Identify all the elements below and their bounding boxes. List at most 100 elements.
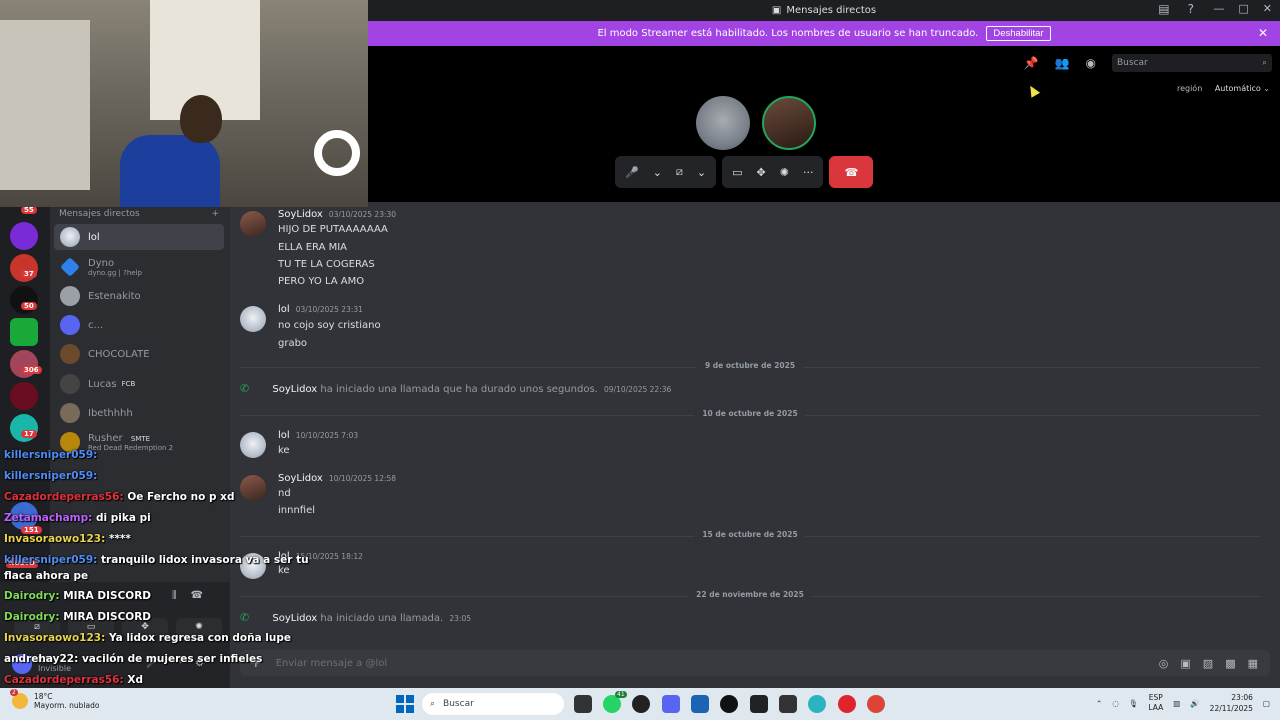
- avatar: [60, 344, 80, 364]
- volume-icon[interactable]: 🔊: [1190, 699, 1199, 708]
- server-icon[interactable]: [10, 382, 38, 410]
- dm-item-dyno[interactable]: Dyno dyno.gg | ?help: [54, 254, 224, 280]
- avatar[interactable]: [240, 211, 266, 237]
- message-author[interactable]: SoyLidox: [272, 384, 317, 395]
- webcam-shelf: [0, 20, 90, 190]
- avatar[interactable]: [240, 306, 266, 332]
- sticker-icon[interactable]: ▨: [1203, 657, 1213, 670]
- search-input[interactable]: Buscar ⌕: [1112, 54, 1272, 72]
- chat-user: killersniper059:: [4, 449, 98, 461]
- search-icon: ⌕: [1261, 58, 1267, 68]
- message-author[interactable]: lol: [278, 304, 290, 315]
- message-timestamp: 10/10/2025 7:03: [295, 431, 359, 440]
- file-explorer-icon[interactable]: [574, 695, 592, 713]
- message-group: SoyLidox 10/10/2025 12:58 nd innnfiel: [240, 473, 1260, 523]
- message-timestamp: 03/10/2025 23:30: [328, 210, 397, 219]
- server-badge: 37: [21, 270, 37, 278]
- dm-item-tag: SMTE: [130, 434, 151, 443]
- add-friend-icon[interactable]: 👥: [1055, 56, 1070, 70]
- disable-streamer-mode-button[interactable]: Deshabilitar: [986, 26, 1051, 41]
- window-close-button[interactable]: ✕: [1263, 2, 1272, 15]
- apps-icon[interactable]: ▦: [1248, 657, 1258, 670]
- clock[interactable]: 23:06 22/11/2025: [1210, 692, 1253, 714]
- microphone-icon[interactable]: 🎤: [625, 166, 639, 179]
- region-label: región: [1176, 84, 1203, 93]
- app-icon[interactable]: [750, 695, 768, 713]
- dm-item-name: CHOCOLATE: [88, 348, 150, 360]
- region-selector[interactable]: región Automático ⌄: [1177, 84, 1270, 93]
- call-participant-soylidox[interactable]: [762, 96, 816, 150]
- region-value: Automático: [1214, 84, 1261, 93]
- app-icon[interactable]: [691, 695, 709, 713]
- server-badge: 306: [21, 366, 42, 374]
- soundboard-icon[interactable]: ✺: [780, 166, 789, 179]
- gif-icon[interactable]: ▣: [1180, 657, 1190, 670]
- chat-text: vacilón de mujeres ser infieles: [81, 653, 263, 665]
- tray-app-icon[interactable]: ◌: [1112, 699, 1119, 708]
- banner-close-icon[interactable]: ✕: [1258, 26, 1268, 40]
- chrome-icon[interactable]: [867, 695, 885, 713]
- activities-icon[interactable]: ✥: [757, 166, 766, 179]
- dm-item-ibethhhh[interactable]: Ibethhhh: [54, 400, 224, 426]
- opera-icon[interactable]: [838, 695, 856, 713]
- window-title: Mensajes directos: [786, 5, 877, 16]
- avatar: [60, 257, 80, 277]
- microphone-icon[interactable]: 🎙: [1129, 699, 1139, 708]
- app-icon[interactable]: [779, 695, 797, 713]
- emoji-icon[interactable]: ▩: [1225, 657, 1235, 670]
- more-options-icon[interactable]: ···: [803, 166, 814, 179]
- discord-icon[interactable]: [662, 695, 680, 713]
- start-button[interactable]: [396, 695, 414, 713]
- app-icon[interactable]: [720, 695, 738, 713]
- dm-item-estenakito[interactable]: Estenakito: [54, 283, 224, 309]
- banner-text: El modo Streamer está habilitado. Los no…: [597, 28, 979, 39]
- edge-icon[interactable]: [808, 695, 826, 713]
- create-dm-icon[interactable]: +: [211, 209, 219, 219]
- message-timestamp: 23:05: [449, 614, 471, 623]
- network-icon[interactable]: ▥: [1173, 699, 1180, 708]
- date-divider: 10 de octubre de 2025: [240, 409, 1260, 418]
- gift-icon[interactable]: ◎: [1159, 657, 1169, 670]
- end-call-button[interactable]: ☎: [829, 156, 874, 188]
- dm-item-subtext: dyno.gg | ?help: [88, 268, 142, 277]
- date-divider: 15 de octubre de 2025: [240, 530, 1260, 539]
- user-profile-icon[interactable]: ◉: [1086, 56, 1096, 70]
- help-icon[interactable]: ?: [1188, 2, 1194, 16]
- clock-date: 22/11/2025: [1209, 704, 1253, 713]
- dm-item-name: Estenakito: [88, 290, 141, 302]
- app-icon[interactable]: [632, 695, 650, 713]
- dm-item-name: Ibethhhh: [88, 407, 133, 419]
- avatar: [60, 403, 80, 423]
- dm-item-lucas[interactable]: Lucas FCB: [54, 371, 224, 397]
- maximize-button[interactable]: □: [1238, 2, 1248, 15]
- message-text: ELLA ERA MIA: [278, 242, 348, 253]
- chat-user: Invasoraowo123:: [4, 632, 106, 644]
- message-input-placeholder: Enviar mensaje a @lol: [275, 657, 388, 669]
- chat-line: Dairodry: MIRA DISCORD: [4, 586, 324, 607]
- mic-options-chevron-icon[interactable]: ⌄: [653, 166, 662, 179]
- minimize-button[interactable]: —: [1213, 2, 1224, 15]
- notifications-icon[interactable]: ▢: [1263, 699, 1270, 708]
- server-icon[interactable]: [10, 318, 38, 346]
- dm-item-chocolate[interactable]: CHOCOLATE: [54, 341, 224, 367]
- camera-options-chevron-icon[interactable]: ⌄: [697, 166, 706, 179]
- language-indicator[interactable]: ESP LAA: [1148, 693, 1163, 713]
- call-participant-lol[interactable]: [696, 96, 750, 150]
- weather-widget[interactable]: 2 18°C Mayorm. nublado: [10, 689, 100, 710]
- taskbar-search[interactable]: ⌕ Buscar: [422, 693, 564, 715]
- camera-off-icon[interactable]: ⧄: [676, 165, 683, 179]
- stream-chat-overlay: killersniper059: killersniper059: Cazado…: [4, 445, 324, 691]
- inbox-icon[interactable]: ▤: [1158, 2, 1169, 16]
- message-author[interactable]: SoyLidox: [278, 209, 323, 220]
- screen-share-icon[interactable]: ▭: [732, 166, 742, 179]
- weather-desc: Mayorm. nublado: [34, 701, 100, 710]
- composer: + Enviar mensaje a @lol ◎ ▣ ▨ ▩ ▦: [230, 642, 1280, 688]
- server-icon[interactable]: [10, 222, 38, 250]
- dm-item-c[interactable]: c...: [54, 312, 224, 338]
- chevron-up-icon[interactable]: ⌃: [1096, 699, 1102, 708]
- pin-icon[interactable]: 📌: [1024, 56, 1039, 70]
- message-input[interactable]: + Enviar mensaje a @lol ◎ ▣ ▨ ▩ ▦: [240, 650, 1270, 676]
- chat-line: killersniper059:: [4, 445, 324, 466]
- dm-item-lol[interactable]: lol: [54, 224, 224, 250]
- message-author[interactable]: lol: [278, 430, 290, 441]
